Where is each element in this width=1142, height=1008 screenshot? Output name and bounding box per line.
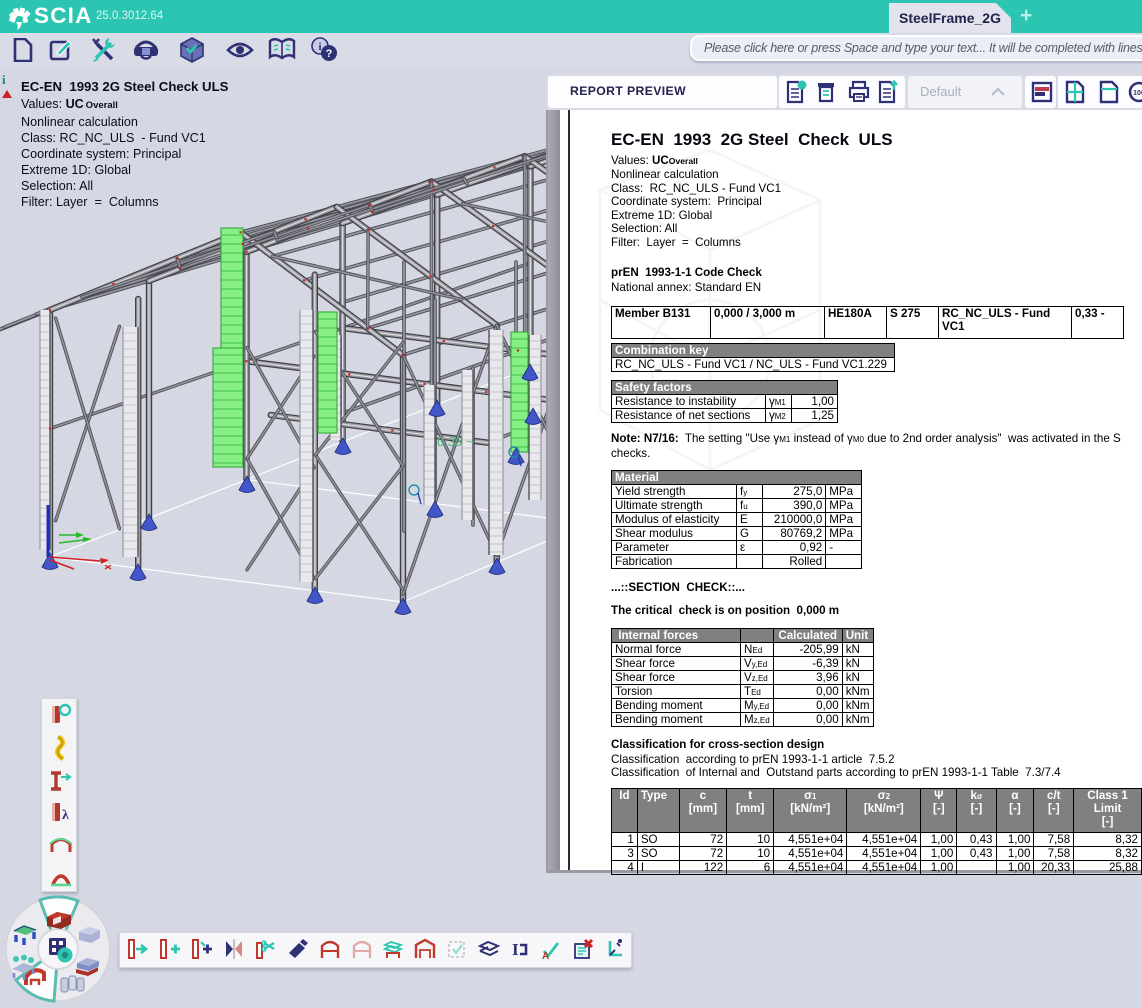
svg-text:0,33 ~: 0,33 ~: [437, 434, 474, 449]
svg-text:?: ?: [326, 48, 333, 60]
svg-text:A: A: [542, 951, 549, 962]
svg-text:i: i: [318, 41, 321, 53]
svg-text:100: 100: [1133, 90, 1142, 97]
svg-text:λ: λ: [62, 808, 69, 823]
svg-text:I: I: [512, 940, 519, 959]
